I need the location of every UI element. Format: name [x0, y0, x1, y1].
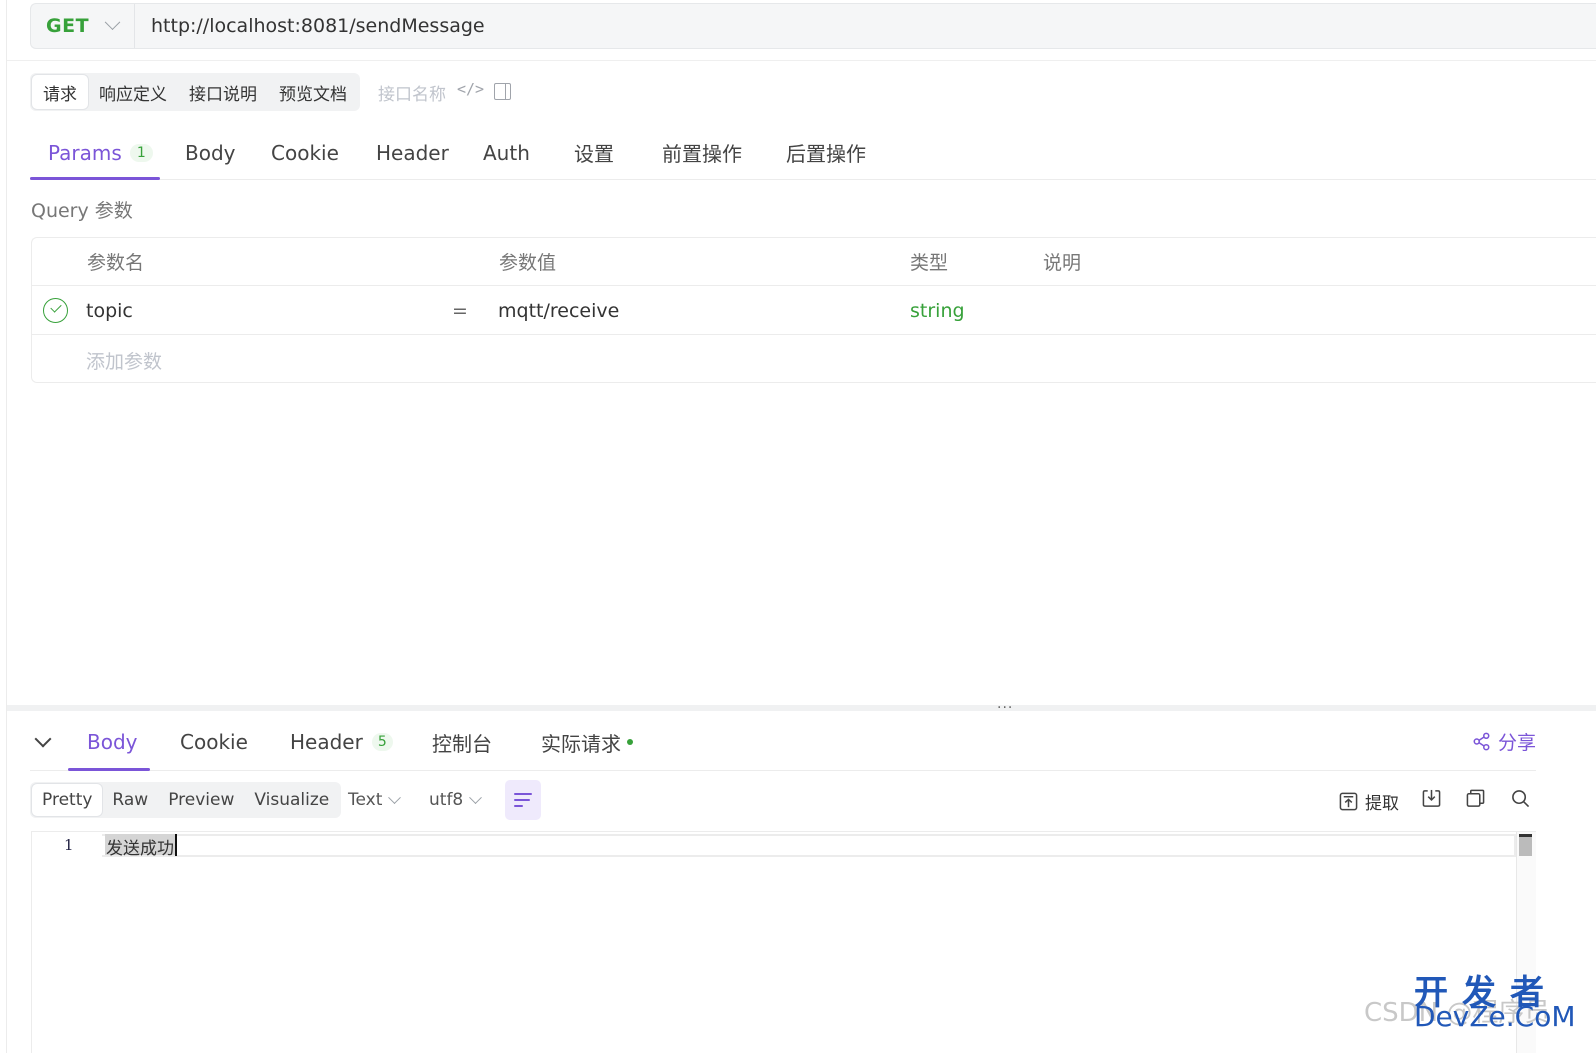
word-wrap-button[interactable]: [505, 780, 541, 820]
col-header-desc: 说明: [1043, 252, 1082, 274]
request-segment-control: 请求 响应定义 接口说明 预览文档: [30, 73, 360, 111]
resp-tab-actual-request[interactable]: 实际请求: [541, 713, 633, 771]
wrap-icon: [514, 793, 532, 795]
param-value[interactable]: mqtt/receive: [498, 300, 619, 322]
text-caret: [175, 834, 177, 856]
divider: [7, 60, 1596, 61]
chevron-down-icon: [104, 13, 121, 30]
view-mode-control: Pretty Raw Preview Visualize: [30, 782, 342, 818]
copy-button[interactable]: [1466, 789, 1485, 808]
method-select[interactable]: GET: [31, 4, 135, 48]
format-select[interactable]: Text: [348, 790, 402, 810]
extract-icon: [1339, 792, 1358, 811]
url-bar: GET http://localhost:8081/sendMessage: [30, 3, 1596, 49]
encoding-select-label: utf8: [429, 790, 464, 810]
chevron-down-icon: [388, 790, 402, 804]
search-button[interactable]: [1511, 789, 1530, 808]
tab-post-operations[interactable]: 后置操作: [786, 125, 866, 180]
current-line-highlight: [102, 834, 1516, 857]
status-dot: [627, 739, 633, 745]
response-editor[interactable]: 1 发送成功: [31, 831, 1536, 1053]
save-response-button[interactable]: [1422, 789, 1441, 808]
response-tabs: Body Cookie Header 5 控制台 实际请求: [30, 713, 1536, 771]
copy-icon: [1466, 789, 1485, 807]
share-label: 分享: [1497, 732, 1536, 754]
segment-api-description[interactable]: 接口说明: [178, 75, 268, 109]
tab-settings[interactable]: 设置: [574, 125, 614, 180]
view-raw[interactable]: Raw: [102, 784, 158, 816]
param-type[interactable]: string: [910, 300, 965, 322]
resp-tab-console[interactable]: 控制台: [432, 713, 492, 771]
equals-sign: =: [452, 299, 468, 322]
tab-cookie[interactable]: Cookie: [271, 125, 339, 180]
url-input[interactable]: http://localhost:8081/sendMessage: [151, 15, 485, 37]
table-row: topic = mqtt/receive string: [32, 287, 1596, 335]
line-number: 1: [64, 836, 74, 854]
resp-tab-body[interactable]: Body: [87, 713, 138, 771]
tab-auth[interactable]: Auth: [483, 125, 530, 180]
extract-button[interactable]: 提取: [1339, 789, 1399, 814]
tab-params[interactable]: Params 1: [48, 125, 153, 180]
download-icon: [1422, 789, 1441, 807]
view-preview[interactable]: Preview: [158, 784, 244, 816]
add-param-placeholder[interactable]: 添加参数: [86, 347, 162, 374]
segment-preview-doc[interactable]: 预览文档: [268, 75, 358, 109]
active-tab-indicator: [68, 768, 150, 771]
query-params-label: Query 参数: [31, 200, 133, 222]
params-count-badge: 1: [129, 143, 153, 162]
request-tabs: Params 1 Body Cookie Header Auth 设置 前置操作…: [30, 125, 1596, 180]
view-pretty[interactable]: Pretty: [32, 784, 103, 816]
check-circle-icon[interactable]: [43, 298, 68, 323]
response-body-text[interactable]: 发送成功: [105, 834, 175, 859]
params-table: 参数名 参数值 类型 说明 topic = mqtt/receive strin…: [31, 237, 1596, 383]
scrollbar-thumb[interactable]: [1519, 834, 1532, 856]
table-header-row: 参数名 参数值 类型 说明: [32, 238, 1596, 286]
encoding-select[interactable]: utf8: [429, 790, 483, 810]
tab-body[interactable]: Body: [185, 125, 236, 180]
left-edge: [0, 0, 7, 1053]
active-tab-indicator: [30, 177, 160, 180]
segment-request[interactable]: 请求: [32, 75, 88, 109]
code-icon[interactable]: </>: [457, 80, 484, 98]
resp-tab-actual-request-label: 实际请求: [541, 731, 621, 756]
col-header-type: 类型: [910, 252, 949, 274]
tab-pre-operations[interactable]: 前置操作: [662, 125, 742, 180]
tab-header[interactable]: Header: [376, 125, 449, 180]
side-panel-icon[interactable]: [494, 83, 511, 100]
resp-tab-header-label: Header: [290, 730, 363, 754]
api-name-input[interactable]: 接口名称: [378, 80, 446, 105]
tab-params-label: Params: [48, 140, 122, 165]
param-name[interactable]: topic: [86, 300, 133, 322]
panel-splitter[interactable]: [7, 705, 1596, 711]
segment-response-definition[interactable]: 响应定义: [88, 75, 178, 109]
search-icon: [1512, 790, 1530, 808]
wrap-icon-line: [514, 805, 523, 807]
col-header-name: 参数名: [87, 252, 145, 274]
share-button[interactable]: 分享: [1472, 728, 1536, 755]
header-count-badge: 5: [371, 733, 393, 751]
resp-tab-header[interactable]: Header 5: [290, 713, 393, 771]
add-param-row[interactable]: 添加参数: [32, 336, 1596, 384]
watermark-en: DevZe.CoM: [1414, 1000, 1576, 1033]
format-select-label: Text: [348, 790, 383, 810]
col-header-value: 参数值: [499, 252, 557, 274]
wrap-icon-line: [514, 799, 530, 801]
share-icon: [1473, 732, 1490, 751]
chevron-down-icon: [469, 790, 483, 804]
method-label: GET: [46, 15, 90, 37]
extract-label: 提取: [1365, 794, 1399, 814]
resp-tab-cookie[interactable]: Cookie: [180, 713, 248, 771]
view-visualize[interactable]: Visualize: [244, 784, 339, 816]
